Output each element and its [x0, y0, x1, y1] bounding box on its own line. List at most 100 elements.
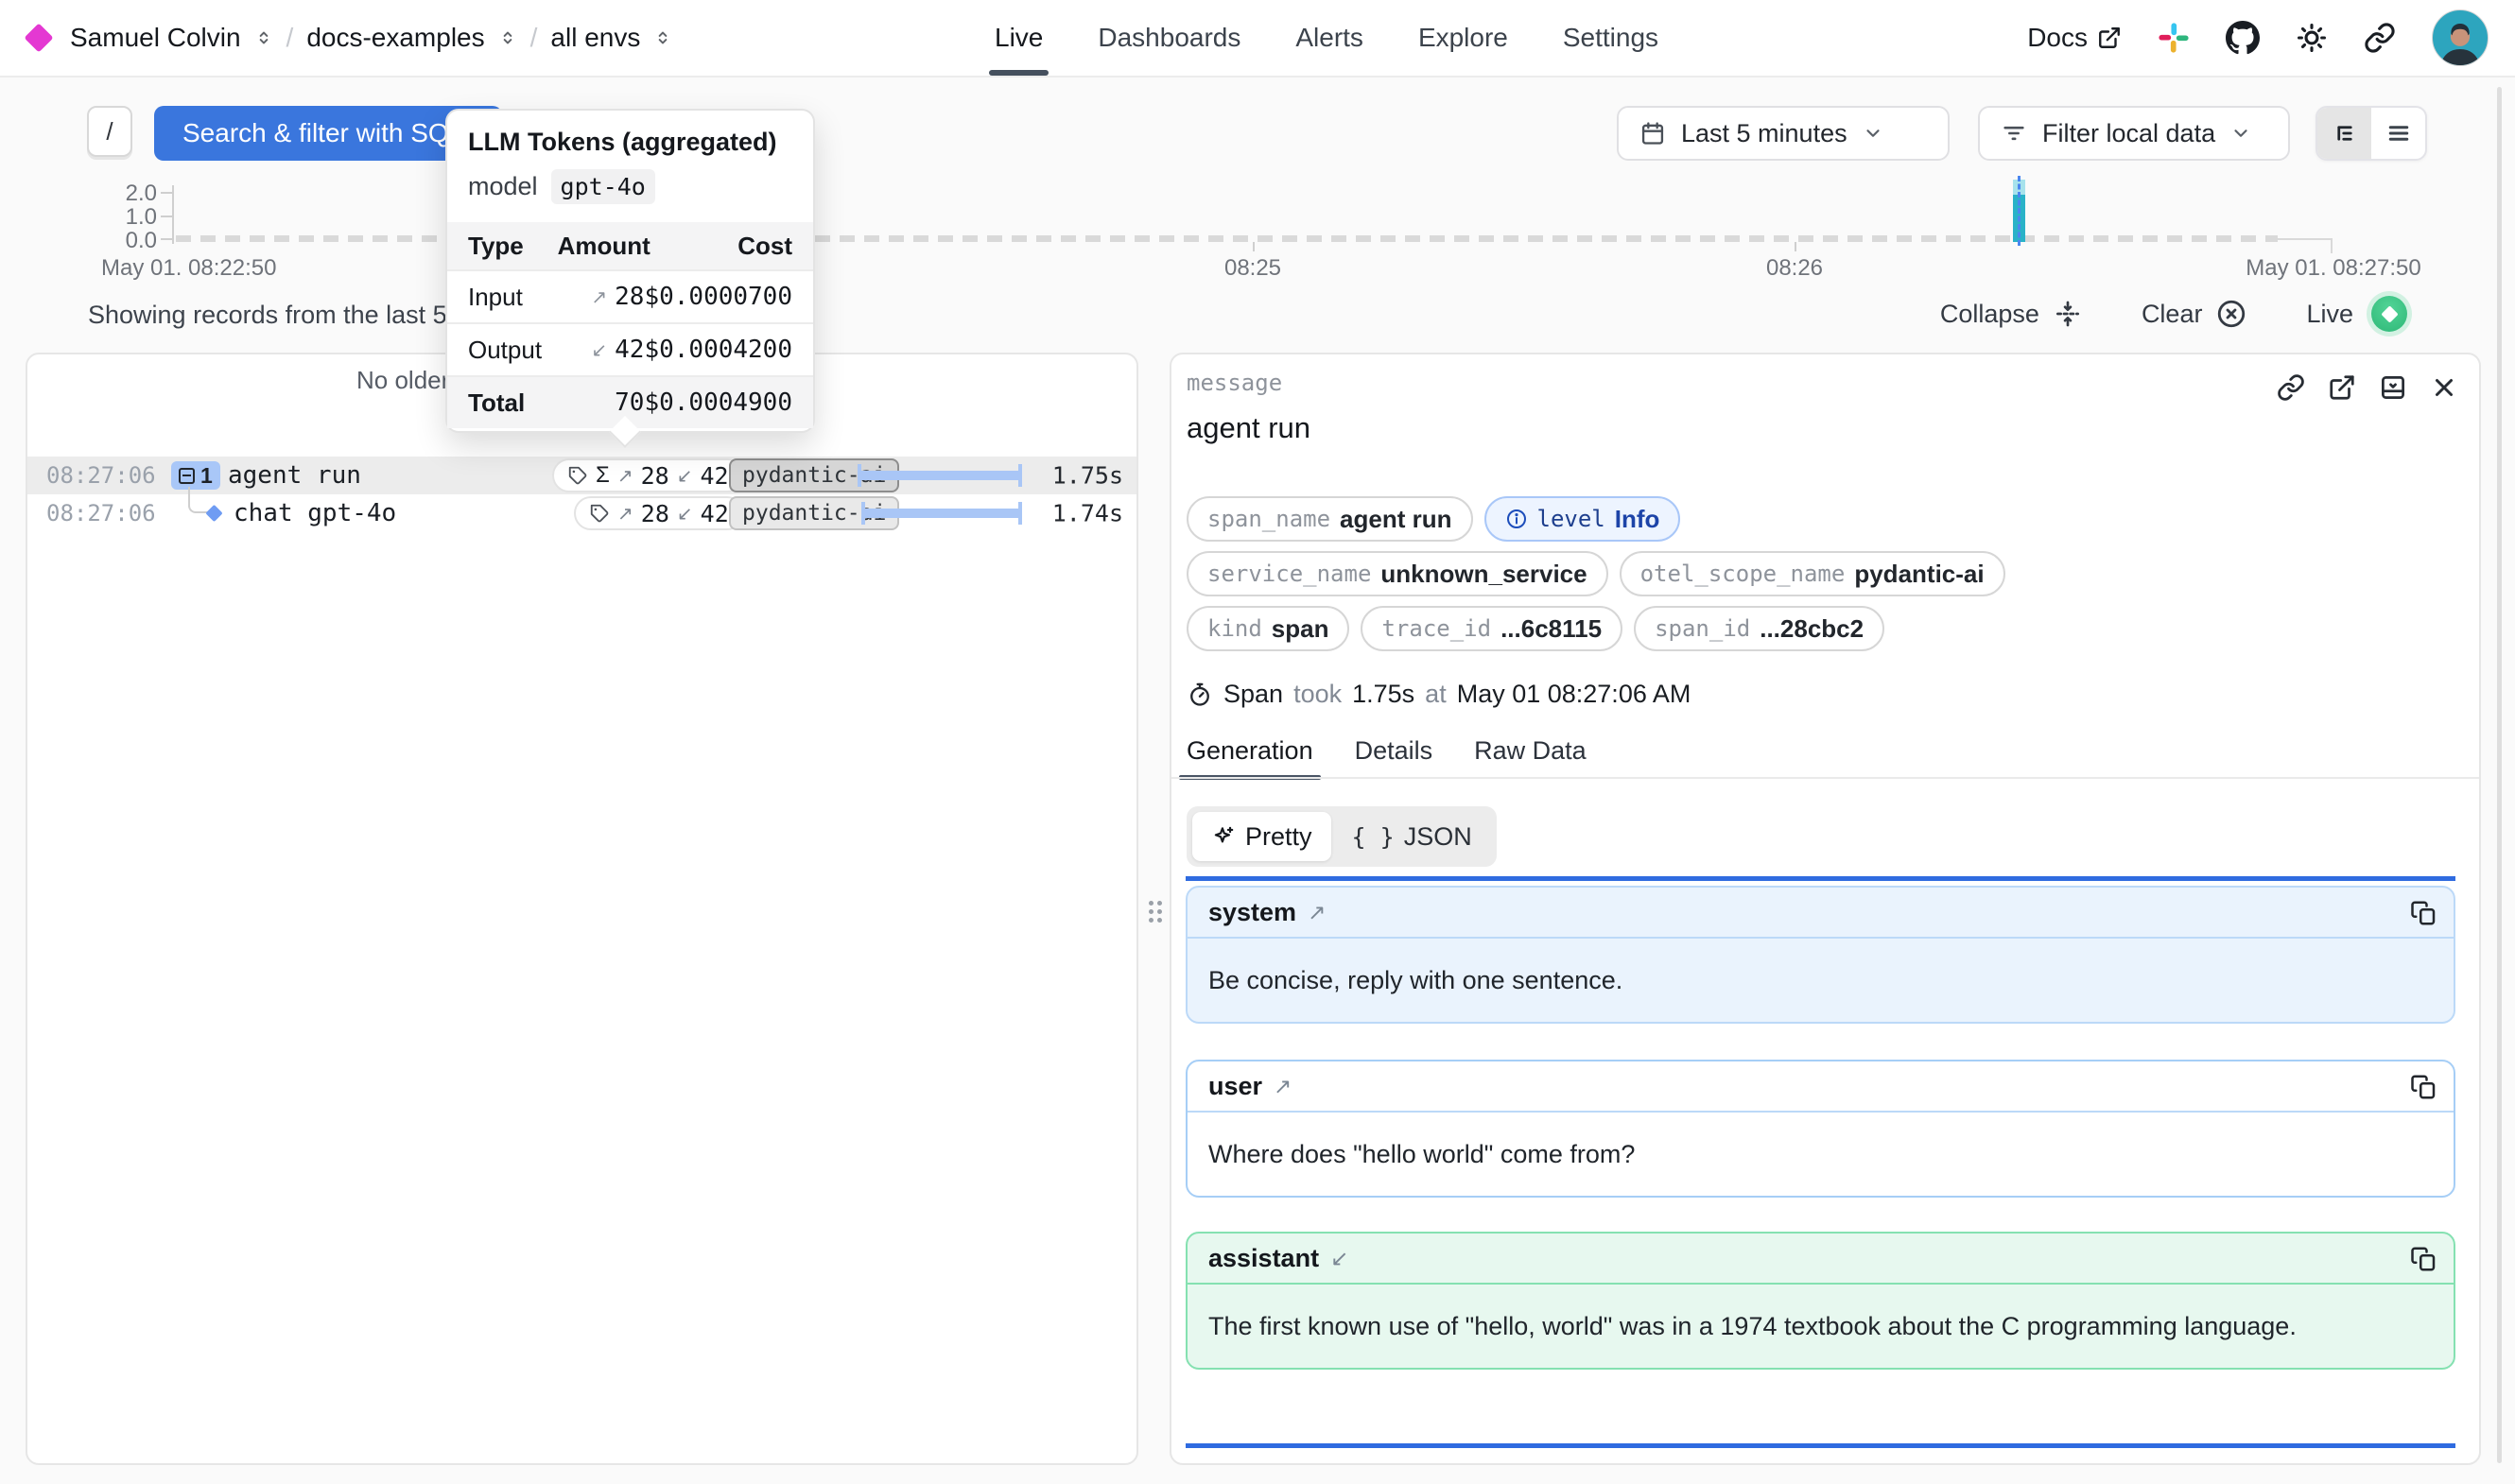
attr-span-name[interactable]: span_nameagent run: [1187, 496, 1473, 542]
attr-trace-id[interactable]: trace_id...6c8115: [1361, 606, 1622, 651]
input-tokens: 28: [641, 500, 669, 527]
attr-level[interactable]: levelInfo: [1484, 496, 1681, 542]
scrollbar[interactable]: [2497, 87, 2502, 1463]
breadcrumb-separator: /: [286, 23, 294, 53]
open-external-icon[interactable]: [2328, 373, 2356, 402]
message-text: Where does "hello world" come from?: [1188, 1113, 2360, 1196]
tab-live[interactable]: Live: [995, 0, 1043, 76]
breadcrumb-separator: /: [530, 23, 538, 53]
scroll-bottom-rule: [1186, 1443, 2455, 1448]
output-arrow: ↙: [677, 464, 693, 488]
chevron-down-icon: [2230, 123, 2251, 144]
breadcrumb-org[interactable]: Samuel Colvin: [70, 23, 241, 53]
x-circle-icon: [2215, 298, 2247, 330]
theme-sun-icon[interactable]: [2296, 22, 2328, 54]
token-count-pill[interactable]: Σ ↗28 ↙42: [552, 458, 744, 492]
list-view-button[interactable]: [2371, 108, 2425, 159]
no-older-text: No older: [356, 366, 449, 395]
tab-dashboards[interactable]: Dashboards: [1098, 0, 1240, 76]
logfire-logo-icon[interactable]: [24, 23, 53, 52]
model-key: model: [468, 172, 538, 201]
tab-generation[interactable]: Generation: [1187, 736, 1313, 777]
dock-bottom-icon[interactable]: [2379, 373, 2407, 402]
showing-records-text: Showing records from the last 5 m: [88, 301, 476, 330]
live-toggle-button[interactable]: Live: [2306, 291, 2412, 336]
tooltip-title: LLM Tokens (aggregated): [468, 128, 777, 157]
tab-alerts[interactable]: Alerts: [1295, 0, 1363, 76]
detail-tabs: Generation Details Raw Data: [1187, 736, 1587, 777]
direction-arrow: ↗: [1274, 1074, 1292, 1099]
trace-list-panel: No older 08:27:06 1 agent run Σ ↗28 ↙42 …: [26, 353, 1138, 1465]
attr-kind[interactable]: kindspan: [1187, 606, 1349, 651]
attr-span-id[interactable]: span_id...28cbc2: [1634, 606, 1884, 651]
y-tick-label: 2.0: [95, 181, 157, 207]
tokens-table: Type Amount Cost Input ↗28 $0.0000700 Ou…: [447, 222, 813, 428]
output-tokens: 42: [700, 462, 728, 490]
share-link-icon[interactable]: [2364, 22, 2396, 54]
tab-settings[interactable]: Settings: [1563, 0, 1658, 76]
span-name: chat gpt-4o: [234, 499, 396, 527]
unfold-icon[interactable]: [653, 28, 672, 47]
collapse-count-badge[interactable]: 1: [171, 461, 220, 490]
attr-otel-scope-name[interactable]: otel_scope_namepydantic-ai: [1620, 551, 2005, 596]
breadcrumb-env[interactable]: all envs: [550, 23, 640, 53]
x-tick-label: May 01. 08:22:50: [101, 255, 276, 282]
unfold-icon[interactable]: [254, 28, 273, 47]
copy-icon[interactable]: [2410, 1073, 2438, 1101]
record-actions: Collapse Clear Live: [1940, 291, 2412, 336]
tab-details[interactable]: Details: [1355, 736, 1433, 777]
tree-connector: [188, 487, 209, 513]
nav-actions: Docs: [2027, 0, 2489, 76]
attribute-row: span_nameagent run levelInfo: [1187, 496, 1680, 542]
message-role: user: [1208, 1072, 1262, 1101]
slack-icon[interactable]: [2158, 22, 2190, 54]
attribute-row: service_nameunknown_service otel_scope_n…: [1187, 551, 2005, 596]
span-timestamp: May 01 08:27:06 AM: [1457, 680, 1691, 709]
slash-shortcut-key[interactable]: /: [87, 106, 132, 157]
top-nav: Samuel Colvin / docs-examples / all envs…: [0, 0, 2515, 78]
detail-header-actions: [2277, 373, 2458, 402]
breadcrumb-project[interactable]: docs-examples: [306, 23, 484, 53]
message-role: system: [1208, 898, 1296, 927]
unfold-icon[interactable]: [498, 28, 517, 47]
tab-explore[interactable]: Explore: [1418, 0, 1508, 76]
y-tick-label: 1.0: [95, 204, 157, 231]
message-header: system ↗: [1188, 888, 2454, 939]
pretty-toggle[interactable]: Pretty: [1192, 812, 1331, 861]
filter-local-data-selector[interactable]: Filter local data: [1978, 106, 2290, 161]
trace-row-chat[interactable]: 08:27:06 chat gpt-4o ↗28 ↙42 pydantic-ai…: [27, 494, 1136, 532]
duration-bar: [861, 502, 1022, 525]
tree-view-button[interactable]: [2317, 108, 2371, 159]
collapse-icon: [2053, 299, 2083, 329]
github-icon[interactable]: [2226, 21, 2260, 55]
spike-selection-line: [2018, 176, 2021, 246]
external-link-icon: [2097, 26, 2122, 50]
attribute-row: kindspan trace_id...6c8115 span_id...28c…: [1187, 606, 1884, 651]
span-duration: 1.75s: [1352, 680, 1414, 709]
collapse-minus-icon: [179, 468, 195, 484]
attr-service-name[interactable]: service_nameunknown_service: [1187, 551, 1608, 596]
time-range-selector[interactable]: Last 5 minutes: [1617, 106, 1950, 161]
message-card-system: system ↗ Be concise, reply with one sent…: [1186, 886, 2455, 1024]
token-count-pill[interactable]: ↗28 ↙42: [574, 496, 744, 530]
copy-icon[interactable]: [2410, 1245, 2438, 1273]
scroll-top-rule: [1186, 876, 2455, 881]
span-title: agent run: [1187, 411, 1310, 445]
message-text: The first known use of "hello, world" wa…: [1188, 1285, 2322, 1368]
x-tick: [1253, 242, 1255, 251]
x-tick-label: May 01. 08:27:50: [2246, 255, 2420, 282]
y-tick: [161, 192, 172, 194]
tab-raw-data[interactable]: Raw Data: [1474, 736, 1587, 777]
docs-link[interactable]: Docs: [2027, 23, 2122, 53]
json-toggle[interactable]: { } JSON: [1333, 812, 1491, 861]
panel-resize-handle[interactable]: [1146, 894, 1165, 928]
collapse-button[interactable]: Collapse: [1940, 299, 2083, 329]
x-tick-label: 08:25: [1224, 255, 1281, 282]
close-icon[interactable]: [2430, 373, 2458, 402]
clear-button[interactable]: Clear: [2142, 298, 2248, 330]
copy-icon[interactable]: [2410, 899, 2438, 927]
copy-link-icon[interactable]: [2277, 373, 2305, 402]
record-kind-label: message: [1187, 370, 1282, 396]
user-avatar[interactable]: [2432, 9, 2489, 66]
message-role: assistant: [1208, 1244, 1319, 1273]
